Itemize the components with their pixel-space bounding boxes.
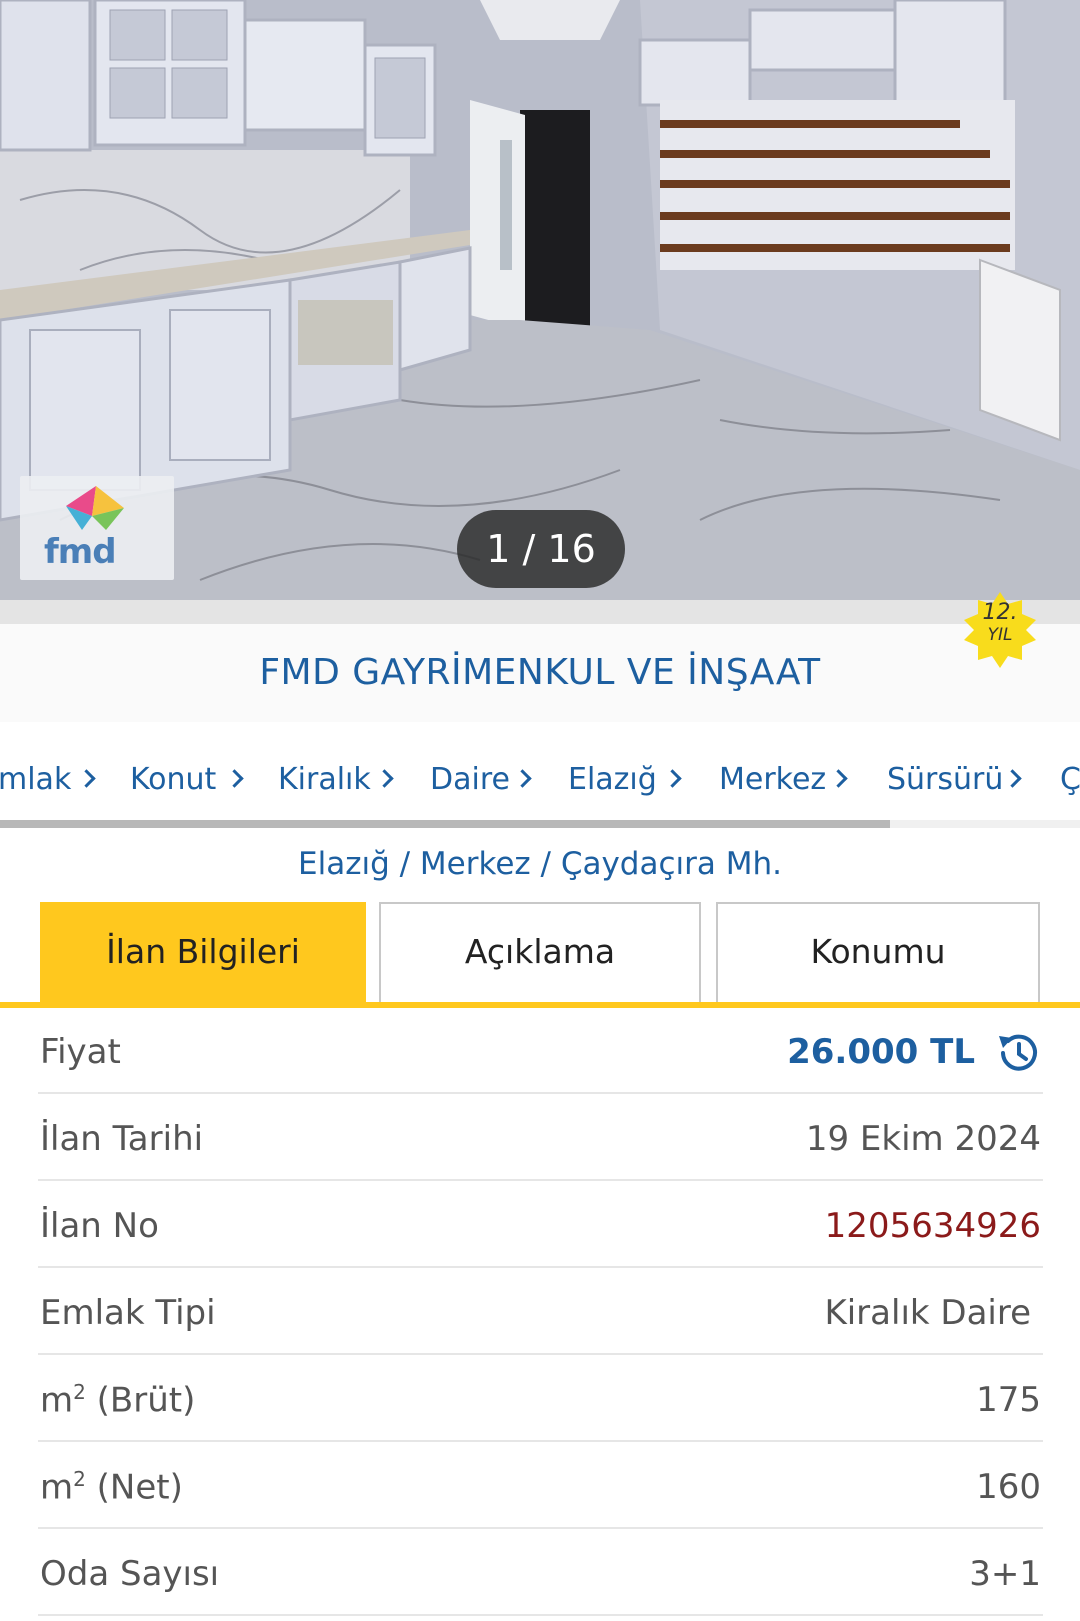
store-name-link[interactable]: FMD GAYRİMENKUL VE İNŞAAT: [0, 652, 1080, 693]
location-text: Elazığ / Merkez / Çaydaçıra Mh.: [298, 846, 782, 882]
chevron-right-icon: [1003, 769, 1022, 788]
chevron-right-icon: [77, 769, 96, 788]
type-value: Kiralık Daire: [824, 1293, 1031, 1333]
net-area-label: m2 (Net): [40, 1467, 183, 1508]
breadcrumb-item[interactable]: Ç: [1060, 762, 1080, 797]
net-area-value: 160: [976, 1467, 1041, 1507]
detail-row-net-area: m2 (Net) 160: [38, 1443, 1043, 1529]
tab-aciklama[interactable]: Açıklama: [379, 902, 701, 1002]
breadcrumb-item[interactable]: mlak: [0, 762, 71, 797]
chevron-right-icon: [829, 769, 848, 788]
rooms-label: Oda Sayısı: [40, 1554, 220, 1594]
chevron-right-icon: [513, 769, 532, 788]
tab-konumu[interactable]: Konumu: [716, 902, 1040, 1002]
badge-number: 12.: [982, 600, 1018, 625]
price-label: Fiyat: [40, 1032, 121, 1072]
breadcrumb[interactable]: mlak Konut Kiralık Daire Elazığ Merkez S…: [0, 722, 1080, 824]
years-badge: 12. YIL: [958, 588, 1042, 672]
breadcrumb-item[interactable]: Konut: [130, 762, 216, 797]
gross-area-label: m2 (Brüt): [40, 1380, 196, 1421]
detail-row-price: Fiyat 26.000 TL: [38, 1008, 1043, 1094]
ilan-no-label: İlan No: [40, 1206, 159, 1246]
price-value: 26.000 TL: [787, 1032, 975, 1072]
photo-counter: 1 / 16: [457, 510, 625, 588]
detail-row-rooms: Oda Sayısı 3+1: [38, 1530, 1043, 1616]
gross-area-value: 175: [976, 1380, 1041, 1420]
photo-gallery[interactable]: fmd 1 / 16: [0, 0, 1080, 600]
tab-ilan-bilgileri[interactable]: İlan Bilgileri: [40, 902, 366, 1002]
detail-row-date: İlan Tarihi 19 Ekim 2024: [38, 1095, 1043, 1181]
badge-label: YIL: [987, 625, 1013, 645]
chevron-right-icon: [375, 769, 394, 788]
chevron-right-icon: [663, 769, 682, 788]
breadcrumb-item[interactable]: Sürsürü: [887, 762, 1003, 797]
detail-row-ilan-no: İlan No 1205634926: [38, 1182, 1043, 1268]
breadcrumb-item[interactable]: Kiralık: [278, 762, 371, 797]
breadcrumb-scrollbar[interactable]: [0, 820, 890, 828]
price-history-icon[interactable]: [993, 1028, 1043, 1078]
agency-logo: fmd: [20, 476, 174, 580]
rooms-value: 3+1: [969, 1554, 1041, 1594]
chevron-right-icon: [225, 769, 244, 788]
breadcrumb-item[interactable]: Elazığ: [568, 762, 657, 797]
detail-row-type: Emlak Tipi Kiralık Daire: [38, 1269, 1043, 1355]
date-value: 19 Ekim 2024: [805, 1119, 1041, 1159]
logo-wordmark: fmd: [44, 532, 117, 572]
breadcrumb-item[interactable]: Merkez: [719, 762, 826, 797]
type-label: Emlak Tipi: [40, 1293, 216, 1333]
detail-row-gross-area: m2 (Brüt) 175: [38, 1356, 1043, 1442]
ilan-no-value: 1205634926: [824, 1206, 1041, 1246]
breadcrumb-item[interactable]: Daire: [430, 762, 510, 797]
date-label: İlan Tarihi: [40, 1119, 204, 1159]
fmd-logo-shape-icon: [66, 486, 124, 530]
